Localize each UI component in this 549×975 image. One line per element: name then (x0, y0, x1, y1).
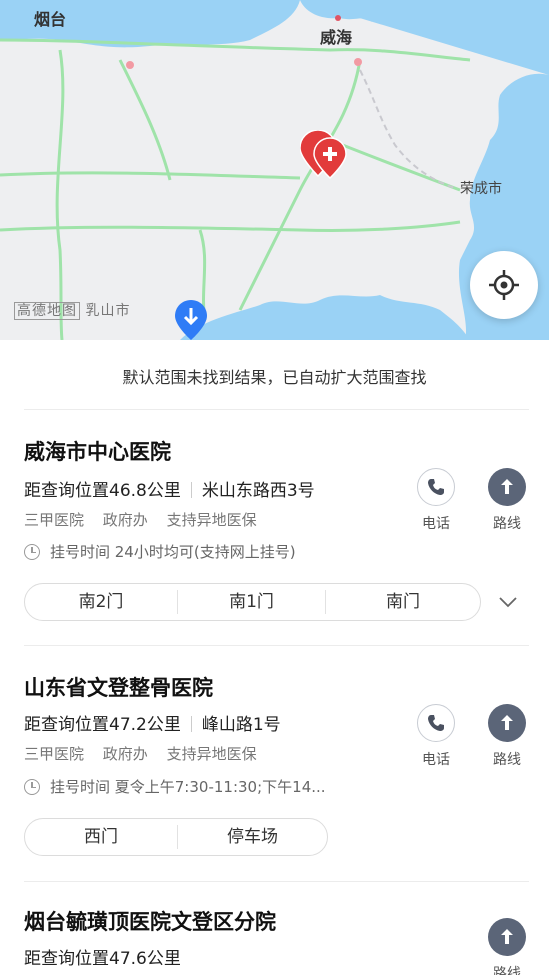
hospital-distance: 距查询位置46.8公里 (24, 481, 181, 501)
gate-option[interactable]: 南1门 (177, 590, 325, 614)
clock-icon (24, 778, 40, 795)
hospital-tags: 三甲医院 政府办 支持异地医保 (24, 743, 271, 764)
route-icon (488, 468, 526, 506)
registration-hours: 挂号时间 24小时均可(支持网上挂号) (24, 541, 296, 562)
phone-icon (417, 468, 455, 506)
map-label-weihai: 威海 (320, 28, 353, 47)
phone-icon (417, 704, 455, 742)
clock-icon (24, 543, 40, 560)
route-label: 路线 (493, 516, 521, 532)
route-label: 路线 (493, 966, 521, 975)
route-button[interactable]: 路线 (482, 918, 532, 975)
gate-selector[interactable]: 西门 停车场 (24, 818, 328, 856)
hospital-name[interactable]: 威海市中心医院 (24, 436, 171, 466)
hospital-card[interactable]: 威海市中心医院 距查询位置46.8公里 米山东路西3号 三甲医院 政府办 支持异地… (0, 410, 549, 645)
crosshair-icon (489, 270, 519, 300)
hospital-distance-address: 距查询位置47.2公里 峰山路1号 (24, 710, 281, 735)
gate-selector[interactable]: 南2门 南1门 南门 (24, 583, 481, 621)
hospital-address: 米山东路西3号 (201, 481, 315, 501)
phone-label: 电话 (422, 516, 450, 532)
hospital-card[interactable]: 山东省文登整骨医院 距查询位置47.2公里 峰山路1号 三甲医院 政府办 支持异地… (0, 646, 549, 881)
map-label-rushan: 乳山市 (85, 303, 131, 319)
registration-hours: 挂号时间 夏令上午7:30-11:30;下午14... (24, 776, 326, 797)
locate-me-button[interactable] (470, 251, 538, 319)
phone-label: 电话 (422, 752, 450, 768)
hospital-address: 峰山路1号 (201, 715, 281, 735)
hospital-name[interactable]: 烟台毓璜顶医院文登区分院 (24, 906, 276, 936)
map-brand-logo: 高德地图 (14, 302, 80, 320)
hospital-distance-address: 距查询位置46.8公里 米山东路西3号 (24, 476, 315, 501)
results-sheet[interactable]: 默认范围未找到结果，已自动扩大范围查找 威海市中心医院 距查询位置46.8公里米… (0, 340, 549, 975)
tag: 政府办 (102, 745, 148, 763)
route-icon (488, 918, 526, 956)
hospital-tags: 三甲医院 政府办 支持异地医保 (24, 509, 271, 530)
map-view[interactable]: 烟台 威海 荣成市 高德地图 乳山市 (0, 0, 549, 340)
hospital-card[interactable]: 烟台毓璜顶医院文登区分院 距查询位置47.6公里 路线 (0, 882, 549, 975)
route-button[interactable]: 路线 (482, 468, 532, 533)
tag: 三甲医院 (24, 745, 85, 763)
gate-option[interactable]: 西门 (25, 825, 177, 849)
tag: 三甲医院 (24, 511, 85, 529)
route-label: 路线 (493, 752, 521, 768)
current-location-pin-icon (175, 300, 207, 340)
map-label-yantai: 烟台 (34, 10, 67, 29)
search-expanded-notice: 默认范围未找到结果，已自动扩大范围查找 (122, 368, 427, 387)
route-icon (488, 704, 526, 742)
phone-button[interactable]: 电话 (411, 468, 461, 533)
registration-hours-text: 挂号时间 夏令上午7:30-11:30;下午14... (50, 778, 326, 796)
registration-hours-text: 挂号时间 24小时均可(支持网上挂号) (50, 543, 296, 561)
route-button[interactable]: 路线 (482, 704, 532, 769)
map-label-rongcheng: 荣成市 (460, 181, 502, 197)
tag: 政府办 (102, 511, 148, 529)
map-canvas[interactable] (0, 0, 549, 340)
hospital-distance: 距查询位置47.6公里 (24, 949, 181, 969)
hospital-distance: 距查询位置47.2公里 (24, 715, 181, 735)
phone-button[interactable]: 电话 (411, 704, 461, 769)
hospital-pin-icon[interactable] (300, 130, 348, 182)
tag: 支持异地医保 (166, 745, 257, 763)
chevron-down-icon[interactable] (498, 592, 518, 612)
gate-option[interactable]: 停车场 (177, 825, 327, 849)
hospital-name[interactable]: 山东省文登整骨医院 (24, 672, 213, 702)
gate-option[interactable]: 南2门 (25, 590, 177, 614)
tag: 支持异地医保 (166, 511, 257, 529)
gate-option[interactable]: 南门 (325, 590, 480, 614)
map-watermark: 高德地图 乳山市 (14, 300, 130, 320)
